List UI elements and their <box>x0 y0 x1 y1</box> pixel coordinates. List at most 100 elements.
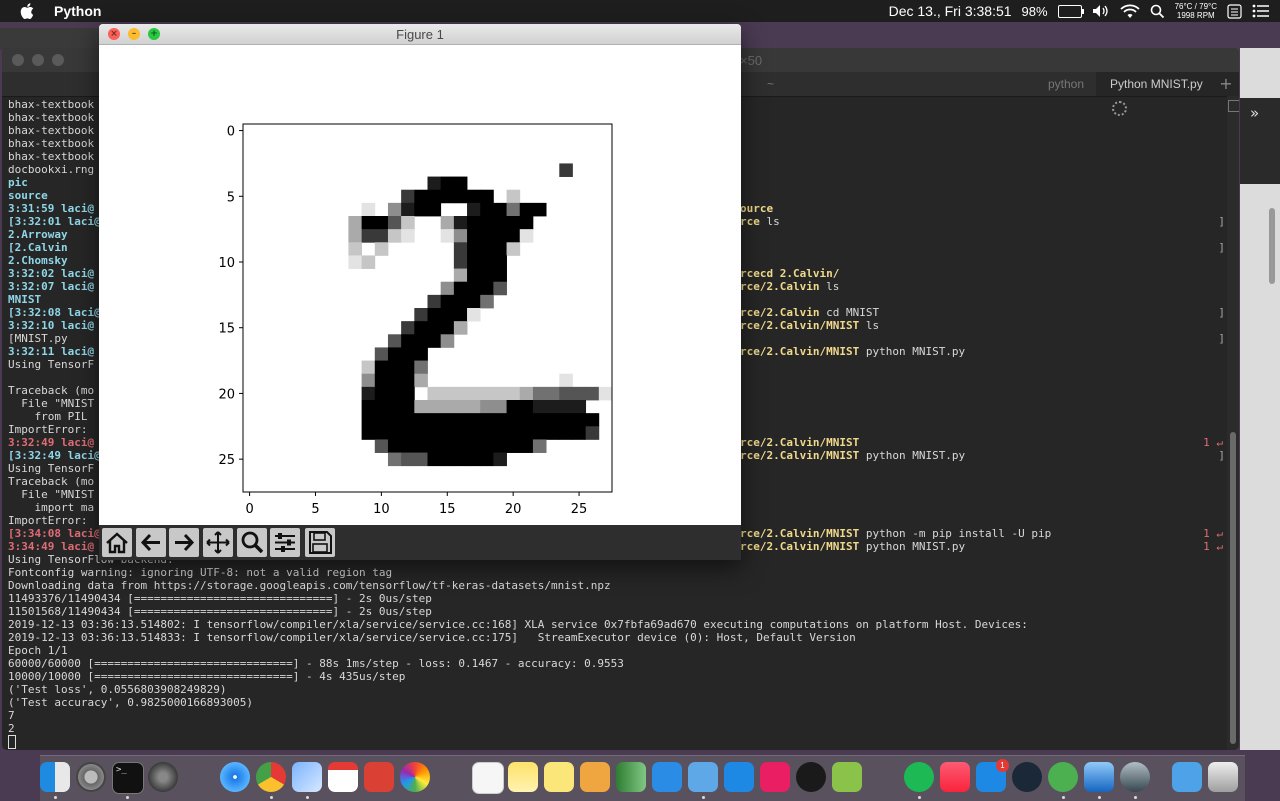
terminal-line: MNIST <box>8 293 42 306</box>
pixel <box>572 426 587 440</box>
pixel <box>361 373 376 388</box>
pixel <box>374 413 389 427</box>
pixel <box>414 426 428 440</box>
pixel <box>480 216 494 230</box>
steam-icon[interactable] <box>1012 762 1042 792</box>
configure-subplots-button[interactable] <box>270 528 300 557</box>
notes-icon[interactable] <box>508 762 538 792</box>
battery-percent[interactable]: 98% <box>1022 4 1048 19</box>
save-figure-button[interactable] <box>305 528 335 557</box>
tab-home[interactable]: ~ <box>767 72 774 96</box>
folder-app-icon[interactable] <box>760 762 790 792</box>
vscode-icon[interactable] <box>724 762 754 792</box>
tab-python[interactable]: python <box>1048 72 1084 96</box>
terminal-line: bhax-textbook <box>8 150 95 163</box>
image-capture-icon[interactable] <box>1084 762 1114 792</box>
volume-icon[interactable] <box>1092 4 1110 18</box>
prompt-command: cd MNIST <box>819 306 880 319</box>
pixel <box>559 400 573 414</box>
pixel <box>493 268 507 283</box>
arrow-left-icon <box>140 533 160 552</box>
figure-titlebar[interactable]: × – + Figure 1 <box>99 24 741 45</box>
terminal-scroll-thumb[interactable] <box>1230 432 1236 744</box>
terminal-line: 3:32:11 laci@ <box>8 345 95 358</box>
pixel <box>440 189 455 204</box>
terminal-cursor-line <box>8 735 16 749</box>
preview-icon[interactable] <box>292 762 322 792</box>
figure-toolbar <box>99 525 741 560</box>
terminal-zoom-button[interactable] <box>52 54 64 66</box>
back-button[interactable] <box>136 528 166 557</box>
pixel <box>467 400 481 414</box>
side-window-scrollbar[interactable] <box>1269 208 1275 284</box>
reminders-icon[interactable] <box>472 762 504 794</box>
trash-icon[interactable] <box>1208 762 1238 792</box>
pixel <box>572 386 587 401</box>
matplotlib-figure-window[interactable]: × – + Figure 1 0 0 5 5 10 10 15 15 20 20 25 25 <box>99 24 741 560</box>
battery-icon[interactable] <box>1057 4 1084 18</box>
terminal-icon[interactable]: >_ <box>112 762 144 794</box>
terminal-line: 2.Chomsky <box>8 254 68 267</box>
notification-center-icon[interactable] <box>1252 4 1270 18</box>
utorrent-icon[interactable] <box>1048 762 1078 792</box>
app-name-menu[interactable]: Python <box>54 3 101 19</box>
double-chevron-right-icon[interactable]: » <box>1250 104 1259 122</box>
new-tab-button[interactable]: + <box>1217 72 1235 96</box>
finder-icon[interactable] <box>40 762 70 792</box>
system-preferences-icon[interactable] <box>76 762 106 792</box>
zoom-button[interactable] <box>237 528 267 557</box>
sliders-icon <box>275 533 295 552</box>
music-icon[interactable] <box>940 762 970 792</box>
todoist-icon[interactable] <box>364 762 394 792</box>
pages-icon[interactable] <box>580 762 610 792</box>
terminal-output-line: 11501568/11490434 [=====================… <box>8 605 432 618</box>
pixel <box>453 281 468 296</box>
prompt-path: ource <box>740 202 774 215</box>
pixel <box>453 426 468 440</box>
input-source-icon[interactable] <box>1227 3 1242 19</box>
pixel <box>572 413 587 427</box>
forward-button[interactable] <box>169 528 199 557</box>
spotlight-search-icon[interactable] <box>1150 4 1165 19</box>
terminal-prompt-line: rce/2.Calvin/MNIST ls <box>740 319 879 332</box>
pixel <box>480 452 494 467</box>
numbers-icon[interactable] <box>616 762 646 792</box>
instruments-icon[interactable] <box>796 762 826 792</box>
home-button[interactable] <box>102 528 132 557</box>
downloads-folder-icon[interactable] <box>1172 762 1202 792</box>
terminal-close-button[interactable] <box>12 54 24 66</box>
apple-logo-icon[interactable] <box>18 1 38 21</box>
pixel <box>506 439 521 453</box>
terminal-scrollbar[interactable] <box>1227 96 1239 750</box>
side-window-strip[interactable]: » <box>1240 48 1280 750</box>
terminal-output-line: 11493376/11490434 [=====================… <box>8 592 432 605</box>
dock-running-indicator <box>306 796 309 799</box>
safari-icon[interactable] <box>220 762 250 792</box>
launchpad-icon[interactable] <box>148 762 178 792</box>
photos-icon[interactable] <box>400 762 430 792</box>
pixel <box>467 426 481 440</box>
calendar-icon[interactable] <box>328 762 358 792</box>
figure-canvas[interactable]: 0 0 5 5 10 10 15 15 20 20 25 25 <box>99 45 741 525</box>
pan-button[interactable] <box>203 528 233 557</box>
wifi-icon[interactable] <box>1119 4 1140 19</box>
android-studio-icon[interactable] <box>832 762 862 792</box>
prompt-path: rce/2.Calvin/MNIST <box>740 345 860 358</box>
stickies-icon[interactable] <box>544 762 574 792</box>
spotify-icon[interactable] <box>904 762 934 792</box>
pixel <box>506 413 521 427</box>
keynote-icon[interactable] <box>652 762 682 792</box>
pixel <box>414 400 428 414</box>
xcode-icon[interactable] <box>688 762 718 792</box>
pixel <box>440 452 455 467</box>
pixel <box>401 216 415 230</box>
x-tick-label: 25 <box>571 502 588 517</box>
menubar-clock[interactable]: Dec 13., Fri 3:38:51 <box>889 3 1012 19</box>
chrome-icon[interactable] <box>256 762 286 792</box>
python-rocket-icon[interactable] <box>1120 762 1150 792</box>
pixel <box>361 202 376 217</box>
terminal-minimize-button[interactable] <box>32 54 44 66</box>
temperature-monitor[interactable]: 76°C / 79°C 1998 RPM <box>1175 2 1217 20</box>
app-store-icon[interactable]: 1 <box>976 759 1009 792</box>
split-pane-icon[interactable] <box>1228 100 1239 112</box>
